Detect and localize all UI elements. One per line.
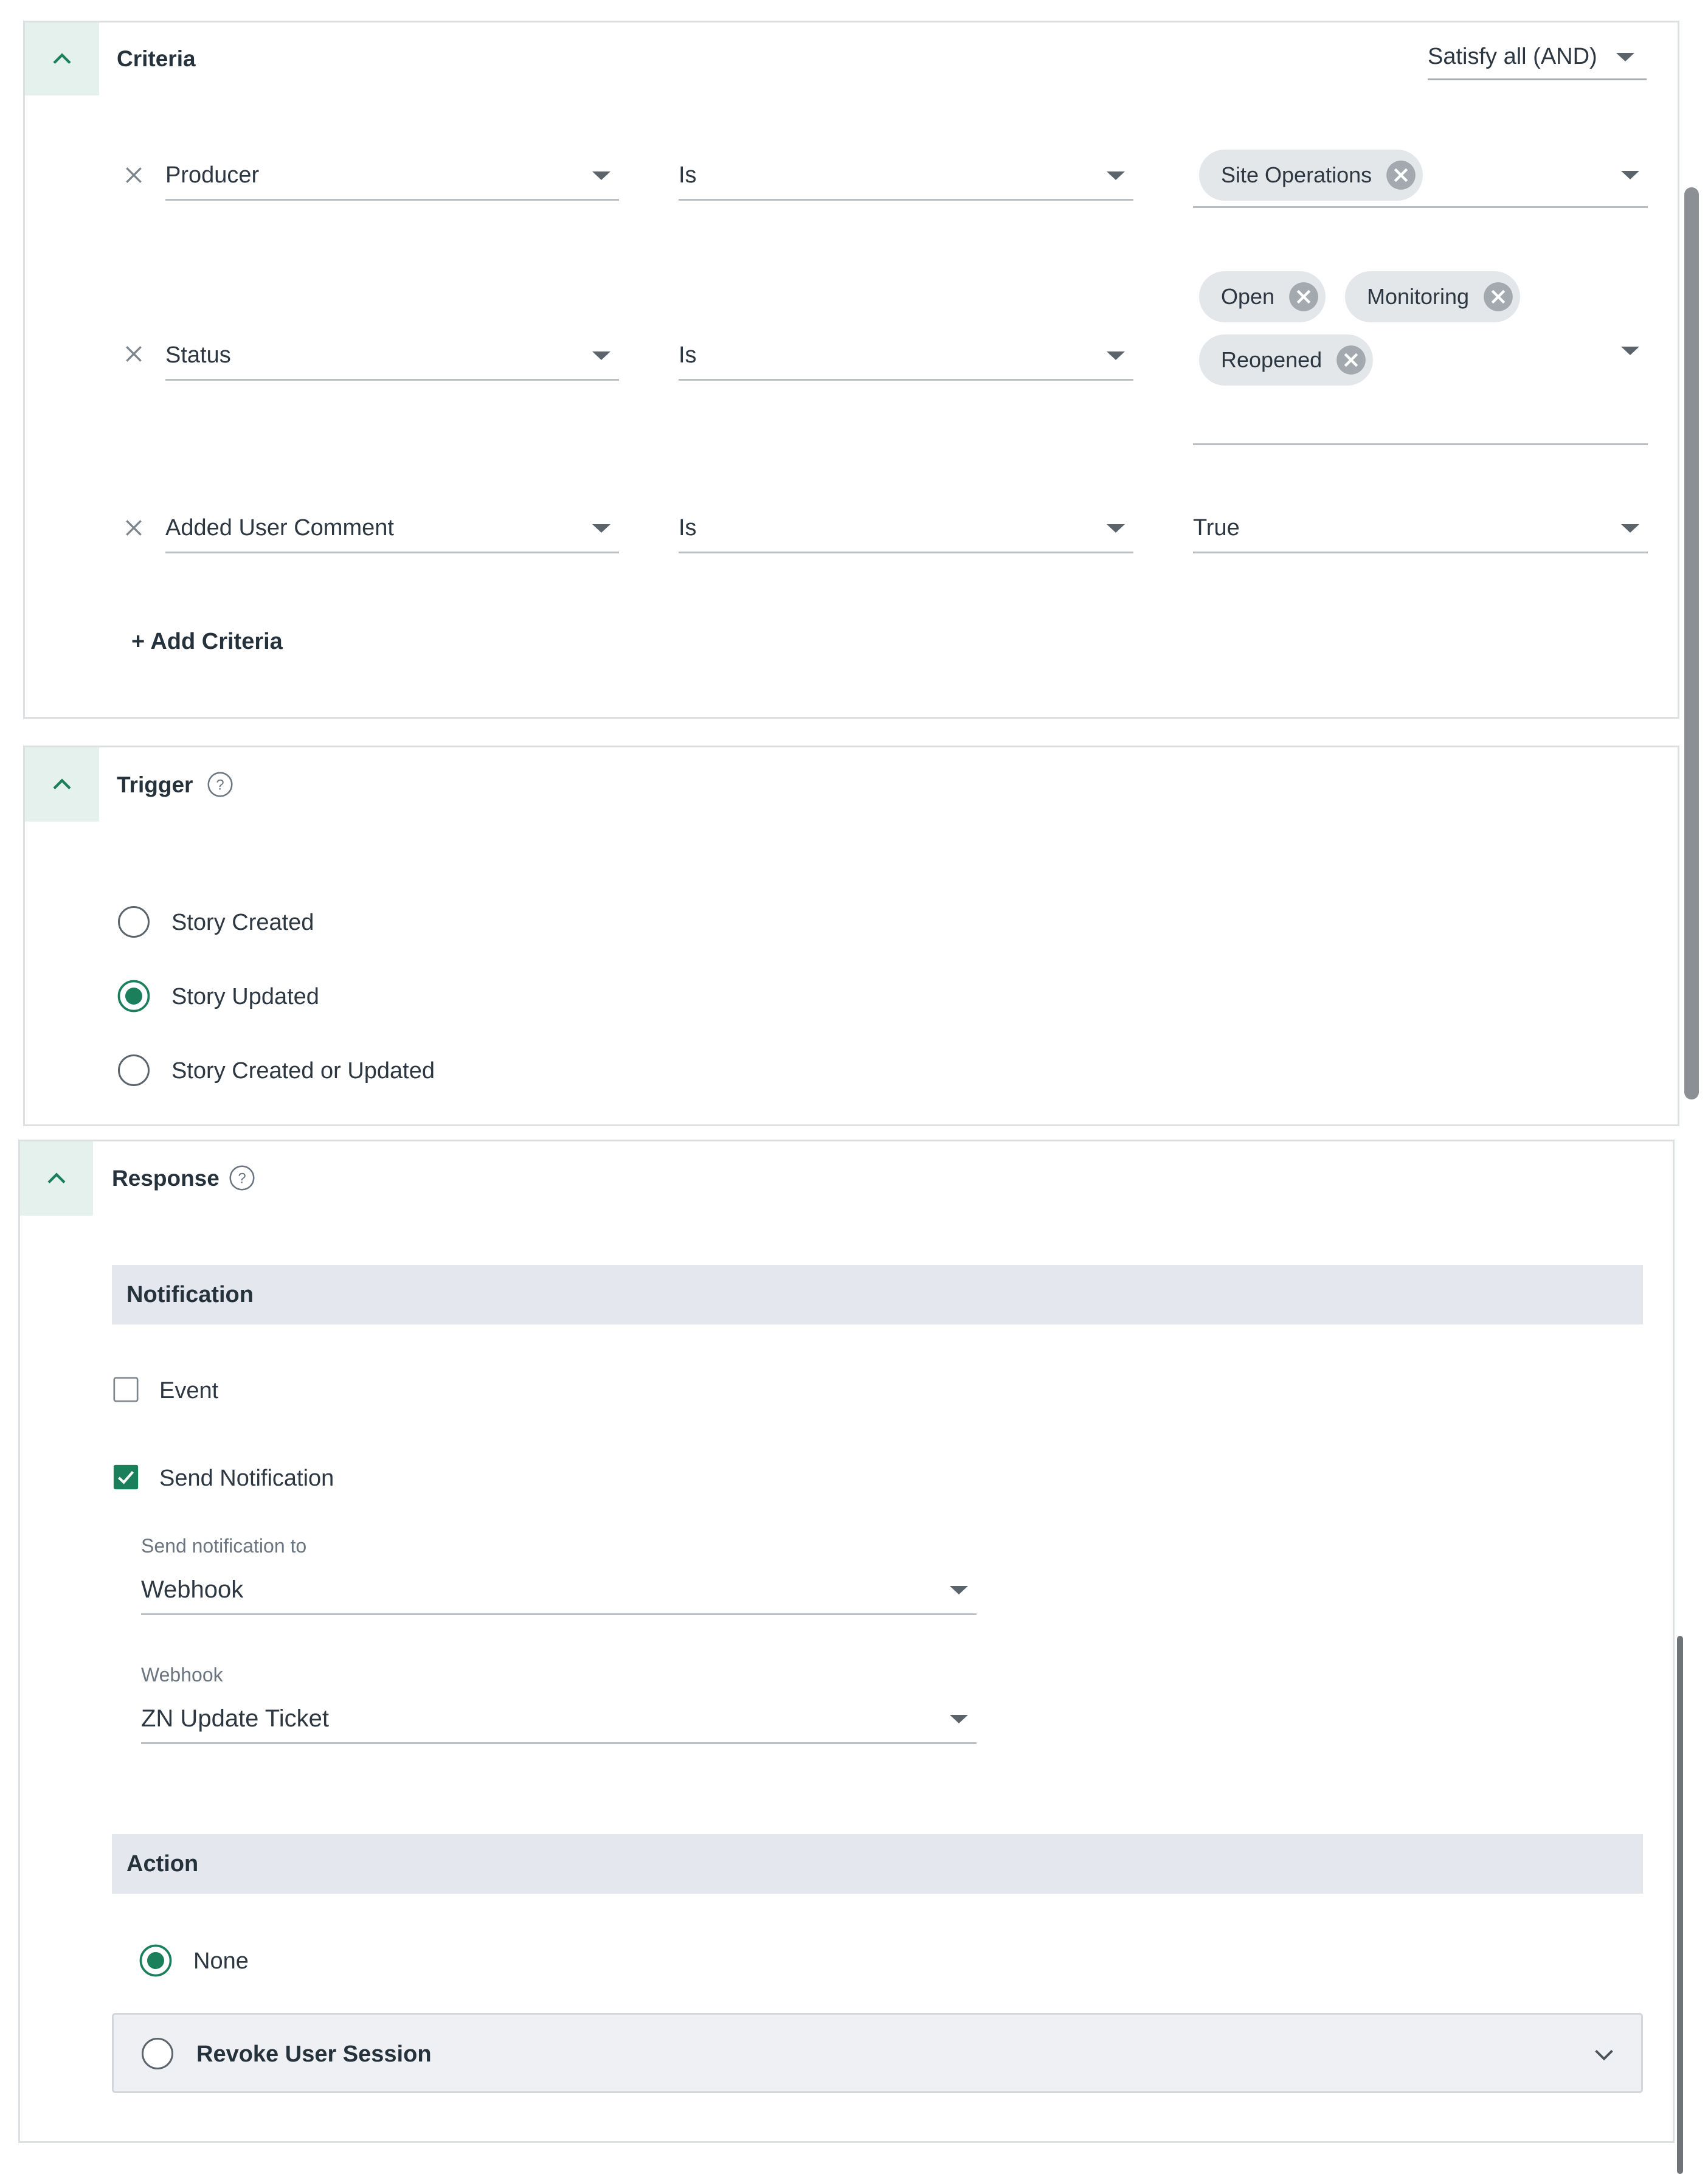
criteria-field-select[interactable]: Producer [165,152,619,201]
remove-criteria-icon[interactable] [122,163,146,187]
remove-chip-icon[interactable] [1288,281,1319,313]
caret-down-icon [1616,52,1634,61]
trigger-option-label: Story Created [171,910,314,935]
radio-selected-icon [139,1944,172,1977]
criteria-operator-select[interactable]: Is [679,152,1133,201]
svg-text:?: ? [216,777,224,793]
send-notification-label: Send Notification [159,1466,334,1491]
action-option-none[interactable]: None [139,1944,443,1979]
action-heading: Action [126,1850,199,1877]
criteria-collapse-button[interactable] [25,23,99,95]
criteria-value-text: True [1193,515,1240,541]
caret-down-icon [1621,524,1639,533]
svg-text:?: ? [238,1170,246,1186]
trigger-collapse-button[interactable] [25,747,99,822]
checkbox-unchecked-icon [113,1377,139,1402]
value-chip: Open [1199,271,1326,322]
caret-down-icon [1107,524,1125,533]
criteria-field-select[interactable]: Status [165,332,619,381]
caret-down-icon [1107,171,1125,180]
radio-unselected-icon [117,905,150,938]
chevron-up-icon [47,1172,66,1184]
chevron-up-icon [53,53,71,64]
add-criteria-button[interactable]: + Add Criteria [131,630,283,653]
action-option-label: Revoke User Session [196,2041,432,2067]
chip-label: Site Operations [1221,162,1372,187]
criteria-operator-value: Is [679,515,697,541]
help-icon[interactable]: ? [207,771,233,798]
criteria-field-select[interactable]: Added User Comment [165,505,619,553]
checkbox-checked-icon [113,1464,139,1490]
trigger-option-story-updated[interactable]: Story Updated [117,979,603,1014]
response-title: Response [112,1166,220,1191]
criteria-operator-select[interactable]: Is [679,505,1133,553]
event-label: Event [159,1378,219,1404]
trigger-option-story-created-or-updated[interactable]: Story Created or Updated [117,1053,603,1089]
criteria-field-value: Producer [165,162,260,188]
criteria-match-mode-select[interactable]: Satisfy all (AND) [1428,35,1647,80]
send-to-value: Webhook [141,1576,244,1603]
webhook-select[interactable]: ZN Update Ticket [141,1695,977,1744]
trigger-title: Trigger [117,772,193,797]
match-mode-value: Satisfy all (AND) [1428,44,1597,69]
criteria-field-value: Status [165,342,231,368]
caret-down-icon [592,171,610,180]
scrollbar-thumb-lower[interactable] [1677,1636,1683,2174]
remove-criteria-icon[interactable] [122,516,146,540]
caret-down-icon [950,1585,968,1594]
action-option-label: None [193,1948,249,1974]
caret-down-icon [592,524,610,533]
action-section-header: Action [112,1834,1643,1894]
trigger-option-story-created[interactable]: Story Created [117,905,603,940]
criteria-operator-value: Is [679,162,697,188]
remove-criteria-icon[interactable] [122,342,146,366]
criteria-operator-value: Is [679,342,697,368]
chip-label: Reopened [1221,347,1322,372]
caret-down-icon [1621,347,1639,355]
caret-down-icon [592,351,610,360]
value-chip: Reopened [1199,334,1374,386]
criteria-field-value: Added User Comment [165,515,394,541]
send-to-select[interactable]: Webhook [141,1566,977,1615]
action-option-revoke-user-session[interactable]: Revoke User Session [112,2013,1643,2093]
response-collapse-button[interactable] [20,1141,93,1216]
webhook-label: Webhook [141,1664,223,1686]
criteria-value-select[interactable]: True [1193,505,1648,553]
chevron-up-icon [53,778,71,790]
chip-label: Open [1221,284,1275,309]
help-icon[interactable]: ? [229,1165,255,1191]
remove-chip-icon[interactable] [1385,159,1417,191]
chip-label: Monitoring [1367,284,1470,309]
scrollbar-thumb[interactable] [1684,187,1699,1099]
value-chip: Monitoring [1345,271,1521,322]
webhook-value: ZN Update Ticket [141,1705,330,1732]
radio-unselected-icon [141,2037,174,2070]
event-checkbox[interactable]: Event [112,1374,416,1405]
value-chip: Site Operations [1199,150,1423,201]
caret-down-icon [1107,351,1125,360]
criteria-operator-select[interactable]: Is [679,332,1133,381]
remove-chip-icon[interactable] [1482,281,1514,313]
radio-unselected-icon [117,1054,150,1087]
caret-down-icon [1621,170,1639,179]
trigger-option-label: Story Created or Updated [171,1058,435,1084]
chevron-down-icon[interactable] [1590,2040,1618,2068]
send-to-label: Send notification to [141,1535,307,1557]
trigger-option-label: Story Updated [171,984,319,1009]
send-notification-checkbox[interactable]: Send Notification [112,1462,538,1492]
criteria-title: Criteria [117,46,196,71]
notification-heading: Notification [126,1281,254,1307]
remove-chip-icon[interactable] [1335,344,1367,376]
notification-section-header: Notification [112,1265,1643,1324]
caret-down-icon [950,1714,968,1723]
radio-selected-icon [117,980,150,1013]
